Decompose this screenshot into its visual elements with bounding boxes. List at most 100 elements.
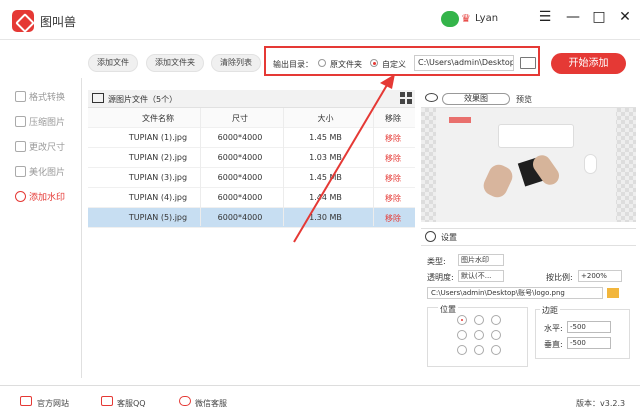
status-bar <box>0 385 640 420</box>
clear-list-button[interactable]: 清除列表 <box>211 54 261 72</box>
official-site-link[interactable]: 官方网站 <box>37 398 69 409</box>
file-size: 1.30 MB <box>309 213 342 222</box>
type-select[interactable]: 图片水印 <box>458 254 504 266</box>
vip-crown-icon: ♛ <box>461 12 471 25</box>
position-top-center[interactable] <box>474 315 484 325</box>
remove-button[interactable]: 移除 <box>375 153 411 164</box>
user-name[interactable]: Lyan <box>475 13 498 24</box>
position-bottom-right[interactable] <box>491 345 501 355</box>
folder-icon[interactable] <box>520 57 536 69</box>
sidebar-item-watermark[interactable]: 添加水印 <box>15 189 77 203</box>
preview-mode-select[interactable]: 效果图 <box>442 93 510 105</box>
radio-original-label: 原文件夹 <box>330 60 362 69</box>
position-middle-left[interactable] <box>457 330 467 340</box>
table-row[interactable]: TUPIAN (4).jpg 6000*4000 1.44 MB 移除 <box>88 188 415 208</box>
format-convert-icon <box>15 90 26 102</box>
mouse-image <box>584 154 597 174</box>
keyboard-image <box>498 124 574 148</box>
remove-button[interactable]: 移除 <box>375 193 411 204</box>
wechat-support-link[interactable]: 微信客服 <box>195 398 227 409</box>
sidebar-item-label: 更改尺寸 <box>29 142 66 153</box>
position-top-right[interactable] <box>491 315 501 325</box>
radio-custom-folder[interactable] <box>370 59 378 67</box>
source-list-title: 源图片文件（5个） <box>108 95 178 104</box>
home-icon <box>20 396 32 406</box>
remove-button[interactable]: 移除 <box>375 213 411 224</box>
column-divider <box>200 108 201 226</box>
beautify-icon <box>15 165 26 177</box>
folder-icon[interactable] <box>607 288 619 298</box>
sidebar-item-compress[interactable]: 压缩图片 <box>15 114 77 128</box>
wechat-icon <box>179 396 191 406</box>
compress-icon <box>15 115 26 127</box>
position-label: 位置 <box>438 304 458 315</box>
radio-original-folder[interactable] <box>318 59 326 67</box>
table-row[interactable]: TUPIAN (1).jpg 6000*4000 1.45 MB 移除 <box>88 128 415 148</box>
maximize-button[interactable]: □ <box>591 9 607 25</box>
qq-support-link[interactable]: 客服QQ <box>117 398 146 409</box>
source-file-table: 文件名称 尺寸 大小 移除 TUPIAN (1).jpg 6000*4000 1… <box>88 108 415 228</box>
app-title: 图叫兽 <box>40 15 77 29</box>
remove-button[interactable]: 移除 <box>375 173 411 184</box>
minimize-button[interactable]: — <box>565 9 581 25</box>
file-dimensions: 6000*4000 <box>217 193 263 202</box>
radio-custom-label: 自定义 <box>382 60 406 69</box>
type-label: 类型: <box>427 257 446 266</box>
file-size: 1.44 MB <box>309 193 342 202</box>
version-label: 版本：v3.2.3 <box>576 399 626 408</box>
image-icon <box>92 93 104 103</box>
sidebar-item-format-convert[interactable]: 格式转换 <box>15 89 77 103</box>
preview-label: 预览 <box>516 95 532 104</box>
horizontal-label: 水平: <box>544 324 563 333</box>
vertical-spinbox[interactable]: -500 <box>567 337 611 349</box>
vertical-label: 垂直: <box>544 340 563 349</box>
resize-icon <box>15 140 26 152</box>
position-top-left[interactable] <box>457 315 467 325</box>
file-name: TUPIAN (2).jpg <box>128 153 188 162</box>
sidebar-item-label: 格式转换 <box>29 92 66 103</box>
position-center[interactable] <box>474 330 484 340</box>
horizontal-spinbox[interactable]: -500 <box>567 321 611 333</box>
watermark-icon <box>15 190 26 202</box>
remove-button[interactable]: 移除 <box>375 133 411 144</box>
file-size: 1.45 MB <box>309 133 342 142</box>
margin-group <box>535 309 630 359</box>
start-add-button[interactable]: 开始添加 <box>551 53 626 74</box>
column-filename: 文件名称 <box>142 114 174 123</box>
position-bottom-left[interactable] <box>457 345 467 355</box>
close-button[interactable]: ✕ <box>617 9 633 25</box>
sidebar-item-beautify[interactable]: 美化图片 <box>15 164 77 178</box>
column-size: 大小 <box>317 114 334 123</box>
add-folder-button[interactable]: 添加文件夹 <box>146 54 204 72</box>
output-path-input[interactable]: C:\Users\admin\Desktop <box>414 55 514 71</box>
table-row[interactable]: TUPIAN (2).jpg 6000*4000 1.03 MB 移除 <box>88 148 415 168</box>
file-name: TUPIAN (1).jpg <box>128 133 188 142</box>
menu-button[interactable]: ☰ <box>537 9 553 25</box>
wechat-icon[interactable] <box>441 11 459 27</box>
sidebar-item-label: 添加水印 <box>29 192 66 203</box>
column-divider <box>373 108 374 226</box>
sidebar-item-label: 美化图片 <box>29 167 66 178</box>
table-row-selected[interactable]: TUPIAN (5).jpg 6000*4000 1.30 MB 移除 <box>88 208 415 228</box>
app-logo <box>12 10 34 32</box>
file-name: TUPIAN (4).jpg <box>128 193 188 202</box>
position-middle-right[interactable] <box>491 330 501 340</box>
add-file-button[interactable]: 添加文件 <box>88 54 138 72</box>
table-header-row: 文件名称 尺寸 大小 移除 <box>88 108 415 128</box>
grid-view-icon[interactable] <box>400 92 412 104</box>
opacity-label: 透明度: <box>427 273 454 282</box>
settings-title: 设置 <box>441 233 457 242</box>
scale-select[interactable]: +200% <box>578 270 622 282</box>
position-bottom-center[interactable] <box>474 345 484 355</box>
watermark-file-path[interactable]: C:\Users\admin\Desktop\账号\logo.png <box>427 287 603 299</box>
output-label: 输出目录： <box>273 60 313 69</box>
margin-label: 边距 <box>540 305 560 316</box>
qq-icon <box>101 396 113 406</box>
sidebar-item-label: 压缩图片 <box>29 117 66 128</box>
table-row[interactable]: TUPIAN (3).jpg 6000*4000 1.45 MB 移除 <box>88 168 415 188</box>
watermark-mark <box>449 117 471 123</box>
opacity-select[interactable]: 默认(不... <box>458 270 504 282</box>
file-dimensions: 6000*4000 <box>217 213 263 222</box>
gear-icon <box>425 231 436 242</box>
sidebar-item-resize[interactable]: 更改尺寸 <box>15 139 77 153</box>
